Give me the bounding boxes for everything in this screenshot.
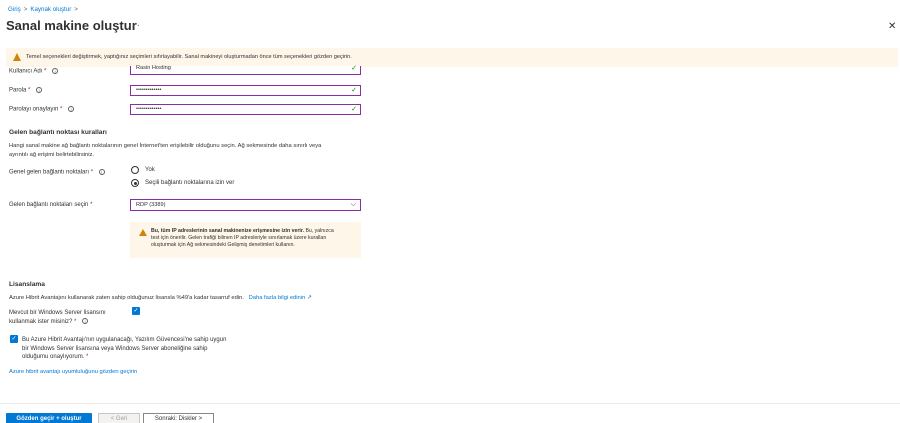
existing-license-label-line: kullanmak ister misiniz? <box>9 318 73 325</box>
confirm-license-line: Bu Azure Hibrit Avantajı'nın uygulanacağ… <box>22 337 227 343</box>
info-icon[interactable]: i <box>36 87 43 93</box>
public-ports-label-text: Genel gelen bağlantı noktaları <box>9 169 90 176</box>
ports-warning-text: Bu, tüm IP adreslerinin sanal makinenize… <box>151 228 356 249</box>
required-marker: * <box>60 106 63 113</box>
password-input[interactable]: ••••••••••••• ✓ <box>130 85 361 96</box>
required-marker: * <box>90 202 93 208</box>
select-ports-dropdown[interactable]: RDP (3389) ⌵ <box>130 199 361 211</box>
ports-warning-line: test için önerilir. Gelen trafiği biline… <box>151 235 327 241</box>
breadcrumb-home[interactable]: Giriş <box>8 6 21 13</box>
info-icon[interactable]: i <box>82 317 89 324</box>
warning-icon <box>139 229 147 236</box>
inbound-desc-line: ayrıntılı ağ erişimi belirtebilirsiniz. <box>9 151 95 158</box>
ports-warning-line: oluşturmak için Ağ sekmesindeki Gelişmiş… <box>151 242 295 248</box>
breadcrumb-separator: > <box>23 6 28 13</box>
password-value: ••••••••••••• <box>136 87 162 93</box>
review-create-button[interactable]: Gözden geçir + oluştur <box>6 413 92 423</box>
licensing-description: Azure Hibrit Avantajını kullanarak zaten… <box>9 294 312 303</box>
confirm-password-value: ••••••••••••• <box>136 106 162 112</box>
select-ports-value: RDP (3389) <box>136 202 166 208</box>
inbound-desc-line: Hangi sanal makine ağ bağlantı noktaları… <box>9 143 322 149</box>
existing-license-label-line: Mevcut bir Windows Server lisansını <box>9 310 106 316</box>
required-marker: * <box>74 318 77 325</box>
page-title: Sanal makine oluştur <box>6 18 137 33</box>
warning-banner-text: Temel seçenekleri değiştirmek, yaptığını… <box>26 54 352 60</box>
required-marker: * <box>44 68 47 75</box>
username-label: Kullanıcı Adı * i <box>9 68 59 75</box>
select-ports-label-text: Gelen bağlantı noktaları seçin <box>9 202 89 208</box>
confirm-license-line: olduğumu onaylıyorum. <box>22 354 85 360</box>
external-link-icon[interactable]: ↗ <box>307 295 312 301</box>
required-marker: * <box>86 354 89 360</box>
username-label-text: Kullanıcı Adı <box>9 68 43 75</box>
next-disks-button[interactable]: Sonraki: Diskler > <box>143 413 214 423</box>
select-ports-label: Gelen bağlantı noktaları seçin * <box>9 202 92 208</box>
confirm-password-input[interactable]: ••••••••••••• ✓ <box>130 104 361 115</box>
previous-button[interactable]: < Geri <box>98 413 140 423</box>
info-icon[interactable]: i <box>52 68 59 74</box>
confirm-password-label: Parolayı onaylayın * i <box>9 106 75 113</box>
licensing-heading: Lisanslama <box>9 281 45 288</box>
ports-warning-box: Bu, tüm IP adreslerinin sanal makinenize… <box>130 222 361 258</box>
footer-divider <box>0 403 900 404</box>
radio-allow-selected-ports-label[interactable]: Seçili bağlantı noktalarına izin ver <box>145 180 234 186</box>
warning-icon <box>13 53 21 61</box>
valid-check-icon: ✓ <box>351 106 357 113</box>
close-icon[interactable]: ✕ <box>888 21 896 32</box>
valid-check-icon: ✓ <box>351 87 357 94</box>
public-ports-label: Genel gelen bağlantı noktaları * i <box>9 169 105 176</box>
confirm-license-label[interactable]: Bu Azure Hibrit Avantajı'nın uygulanacağ… <box>22 336 226 362</box>
password-label: Parola * i <box>9 87 43 94</box>
radio-none[interactable] <box>131 166 139 174</box>
info-icon[interactable]: i <box>68 106 75 112</box>
username-value: Rasin Hosting <box>136 65 171 71</box>
breadcrumb-create-resource[interactable]: Kaynak oluştur <box>30 6 71 13</box>
existing-license-checkbox[interactable]: ✓ <box>132 307 140 315</box>
radio-allow-selected-ports[interactable] <box>131 179 139 187</box>
required-marker: * <box>90 169 94 176</box>
confirm-license-line: bir Windows Server lisansına veya Window… <box>22 345 208 352</box>
existing-license-label: Mevcut bir Windows Server lisansını kull… <box>9 309 106 326</box>
confirm-license-checkbox[interactable]: ✓ <box>10 335 18 343</box>
inbound-rules-description: Hangi sanal makine ağ bağlantı noktaları… <box>9 142 321 159</box>
review-compliance-link[interactable]: Azure hibrit avantajı uyumluluğunu gözde… <box>9 369 137 375</box>
more-options-icon[interactable]: ··· <box>128 20 141 31</box>
learn-more-link[interactable]: Daha fazla bilgi edinin <box>249 295 306 301</box>
username-input[interactable]: Rasin Hosting ✓ <box>130 65 361 75</box>
chevron-down-icon: ⌵ <box>350 201 356 208</box>
radio-none-label[interactable]: Yok <box>145 167 155 173</box>
confirm-password-label-text: Parolayı onaylayın <box>9 106 59 113</box>
ports-warning-bold: Bu, tüm IP adreslerinin sanal makinenize… <box>151 228 304 234</box>
info-icon[interactable]: i <box>98 169 105 175</box>
valid-check-icon: ✓ <box>351 65 357 72</box>
breadcrumb: Giriş > Kaynak oluştur > <box>8 6 78 13</box>
required-marker: * <box>28 87 31 94</box>
ports-warning-line: Bu, yalnızca <box>304 228 334 234</box>
inbound-rules-heading: Gelen bağlantı noktası kuralları <box>9 129 107 136</box>
password-label-text: Parola <box>9 87 27 94</box>
licensing-desc-text: Azure Hibrit Avantajını kullanarak zaten… <box>9 295 244 301</box>
breadcrumb-separator: > <box>74 6 78 13</box>
